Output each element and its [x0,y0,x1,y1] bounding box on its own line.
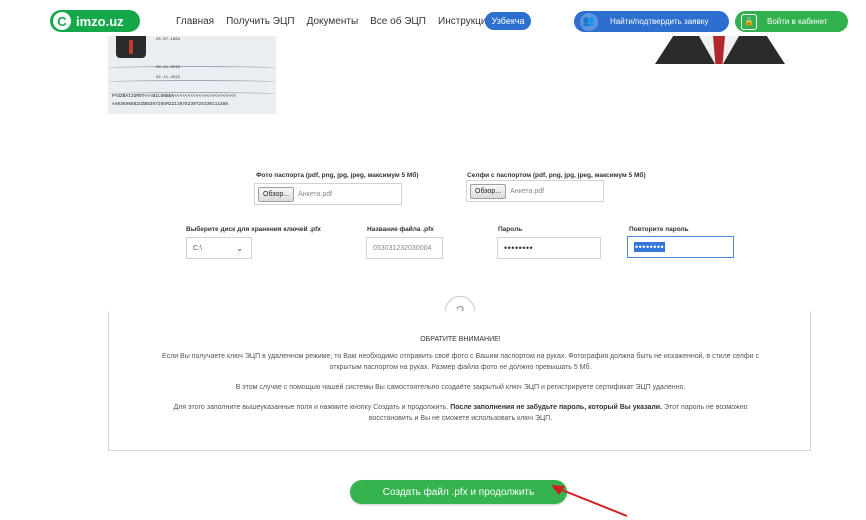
logo-mark: C [53,12,71,30]
repeat-password-label: Повторите пароль [629,226,689,233]
passport-line-1: 25.07.1983 [156,38,181,42]
find-request-button[interactable]: 👥 Найти/подтвердить заявку [574,11,729,32]
arrow-shaft [556,487,628,517]
passport-sample-image: 25.07.1983 04.11.2012 02.11.2022 P<UZBAI… [108,36,276,114]
passport-line-3: 02.11.2022 [156,76,181,80]
passport-photo-label: Фото паспорта (pdf, png, jpg, jpeg, макс… [256,172,419,179]
filename-input[interactable]: 053031232030004 [366,237,443,259]
site-logo[interactable]: C imzo.uz [50,10,140,32]
password-label: Пароль [498,226,523,233]
notice-p3-a: Для этого заполните вышеуказанные поля и… [173,404,449,411]
logo-text: imzo.uz [76,13,124,29]
create-pfx-submit-button[interactable]: Создать файл .pfx и продолжить [350,480,567,504]
nav-item-get-ecp[interactable]: Получить ЭЦП [226,16,295,27]
passport-photo-tie [129,40,133,54]
notice-box: ОБРАТИТЕ ВНИМАНИЕ! Если Вы получаете клю… [108,311,811,451]
filename-label: Название файла .pfx [367,226,434,233]
passport-line-2: 04.11.2012 [156,66,181,70]
passport-photo-file-input[interactable]: Обзор... Анкета.pdf [254,183,402,205]
selfie-file-input[interactable]: Обзор... Анкета.pdf [466,180,604,202]
nav-item-about-ecp[interactable]: Все об ЭЦП [370,16,426,27]
notice-title: ОБРАТИТЕ ВНИМАНИЕ! [420,336,501,343]
notice-p3-bold: После заполнения не забудьте пароль, кот… [450,404,663,411]
main-nav: Главная Получить ЭЦП Документы Все об ЭЦ… [176,16,492,27]
disk-label: Выберите диск для хранения ключей .pfx [186,226,321,233]
nav-item-documents[interactable]: Документы [307,16,359,27]
selfie-file-name: Анкета.pdf [510,187,545,195]
selfie-browse-button[interactable]: Обзор... [470,183,507,199]
people-icon: 👥 [580,12,598,31]
lock-icon: 🔒 [741,13,757,30]
passport-wave [108,80,276,84]
nav-item-home[interactable]: Главная [176,16,214,27]
find-request-label: Найти/подтвердить заявку [610,17,709,26]
top-header: C imzo.uz Главная Получить ЭЦП Документы… [0,0,866,40]
passport-mrz-2: AA03696882UZB8307265M2211078230725330111… [112,102,229,107]
nav-item-instructions[interactable]: Инструкции [438,16,492,27]
disk-select-value: C:\ [193,244,202,252]
password-input[interactable]: •••••••• [497,237,601,259]
language-switch-button[interactable]: Узбекча [485,12,531,30]
chevron-down-icon: ⌄ [236,243,243,253]
passport-wave [108,66,276,70]
notice-paragraph-3: Для этого заполните вышеуказанные поля и… [159,402,762,424]
notice-paragraph-1: Если Вы получаете ключ ЭЦП в удаленном р… [162,353,759,371]
selfie-label: Селфи с паспортом (pdf, png, jpg, jpeg, … [467,172,646,179]
login-cabinet-label: Войти в кабинет [767,17,828,26]
login-cabinet-button[interactable]: 🔒 Войти в кабинет [735,11,848,32]
passport-file-name: Анкета.pdf [298,190,333,198]
disk-select[interactable]: C:\ ⌄ [186,237,252,259]
notice-paragraph-2: В этом случае с помощью нашей системы Вы… [235,384,686,391]
passport-browse-button[interactable]: Обзор... [258,186,295,202]
hero-person-image [655,36,785,64]
repeat-password-input[interactable]: •••••••• [627,236,734,258]
passport-mrz-1: P<UZBAIJUMOT<<<BILONBEK<<<<<<<<<<<<<<<<<… [112,94,237,99]
repeat-password-value: •••••••• [634,242,666,252]
annotation-arrow [551,485,628,517]
